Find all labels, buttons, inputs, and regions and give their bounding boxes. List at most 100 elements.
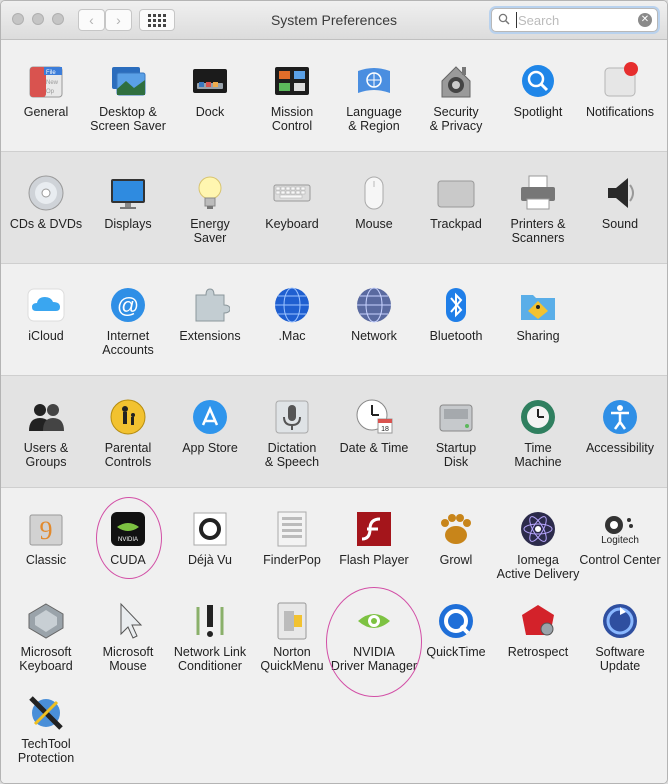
pref-pane-label: Growl <box>439 553 473 567</box>
svg-text:18: 18 <box>381 426 389 433</box>
pref-pane-label: Network <box>351 329 397 343</box>
pref-pane-label: Extensions <box>179 329 241 343</box>
monitor-icon <box>108 173 148 213</box>
pref-pane-notifications[interactable]: Notifications <box>579 55 661 151</box>
svg-text:File: File <box>46 70 56 76</box>
pref-pane-internet-accounts[interactable]: @ Internet Accounts <box>87 279 169 375</box>
pref-pane-label: Sharing <box>516 329 560 343</box>
pref-pane-mouse[interactable]: Mouse <box>333 167 415 263</box>
pref-pane-trackpad[interactable]: Trackpad <box>415 167 497 263</box>
pref-pane-dictation-speech[interactable]: Dictation & Speech <box>251 391 333 487</box>
pref-pane-iomega-active-delivery[interactable]: Iomega Active Delivery <box>497 503 579 599</box>
nvidia-eye-icon <box>354 601 394 641</box>
growl-paw-icon <box>436 509 476 549</box>
search-field[interactable]: ✕ <box>491 8 658 32</box>
house-lock-icon <box>436 61 476 101</box>
pref-pane-label: Classic <box>25 553 67 567</box>
pref-pane-label: Bluetooth <box>429 329 483 343</box>
pref-pane-label: FinderPop <box>263 553 321 567</box>
pref-pane-label: Internet Accounts <box>102 329 154 357</box>
pref-pane-network[interactable]: Network <box>333 279 415 375</box>
pref-pane-mission-control[interactable]: Mission Control <box>251 55 333 151</box>
finderpop-icon <box>272 509 312 549</box>
pref-pane-flash-player[interactable]: Flash Player <box>333 503 415 599</box>
pref-pane-label: Network Link Conditioner <box>173 645 247 673</box>
pref-pane-label: Norton QuickMenu <box>260 645 324 673</box>
pref-pane-label: CDs & DVDs <box>9 217 83 231</box>
pref-pane-mac[interactable]: .Mac <box>251 279 333 375</box>
pref-pane-label: Spotlight <box>513 105 563 119</box>
quicktime-icon <box>436 601 476 641</box>
pref-pane-users-groups[interactable]: Users & Groups <box>5 391 87 487</box>
pref-pane-app-store[interactable]: App Store <box>169 391 251 487</box>
globe-icon <box>272 285 312 325</box>
pref-pane-label: Parental Controls <box>104 441 152 469</box>
pref-pane-deja-vu[interactable]: Déjà Vu <box>169 503 251 599</box>
pref-pane-spotlight[interactable]: Spotlight <box>497 55 579 151</box>
pref-pane-microsoft-mouse[interactable]: Microsoft Mouse <box>87 595 169 691</box>
pref-pane-label: Trackpad <box>430 217 482 231</box>
pref-pane-label: .Mac <box>278 329 306 343</box>
pref-pane-language-region[interactable]: Language & Region <box>333 55 415 151</box>
pref-pane-techtool-protection[interactable]: TechTool Protection <box>5 687 87 783</box>
pref-pane-finderpop[interactable]: FinderPop <box>251 503 333 599</box>
pref-pane-label: Time Machine <box>514 441 562 469</box>
pref-pane-cuda[interactable]: NVIDIA CUDA <box>87 503 169 599</box>
pref-pane-bluetooth[interactable]: Bluetooth <box>415 279 497 375</box>
printer-icon <box>518 173 558 213</box>
clear-search-icon[interactable]: ✕ <box>638 13 652 27</box>
users-icon <box>26 397 66 437</box>
pref-pane-sound[interactable]: Sound <box>579 167 661 263</box>
pref-pane-cds-dvds[interactable]: CDs & DVDs <box>5 167 87 263</box>
pref-pane-classic[interactable]: 9 Classic <box>5 503 87 599</box>
cursor-arrow-icon <box>108 601 148 641</box>
trackpad-icon <box>436 173 476 213</box>
classic-icon: 9 <box>26 509 66 549</box>
pref-pane-parental-controls[interactable]: Parental Controls <box>87 391 169 487</box>
pref-pane-growl[interactable]: Growl <box>415 503 497 599</box>
pref-pane-icloud[interactable]: iCloud <box>5 279 87 375</box>
pref-pane-energy-saver[interactable]: Energy Saver <box>169 167 251 263</box>
pref-pane-label: NVIDIA Driver Manager <box>330 645 418 673</box>
light-bulb-icon <box>190 173 230 213</box>
pref-pane-startup-disk[interactable]: Startup Disk <box>415 391 497 487</box>
pref-pane-label: Microsoft Mouse <box>102 645 154 673</box>
pref-pane-label: Displays <box>104 217 152 231</box>
pref-pane-date-time[interactable]: 18 Date & Time <box>333 391 415 487</box>
pref-pane-control-center[interactable]: Logitech Control Center <box>579 503 661 599</box>
speaker-icon <box>600 173 640 213</box>
svg-text:9: 9 <box>40 516 53 545</box>
pref-pane-software-update[interactable]: Software Update <box>579 595 661 691</box>
cloud-icon <box>26 285 66 325</box>
pref-pane-desktop-screen-saver[interactable]: Desktop & Screen Saver <box>87 55 169 151</box>
pref-pane-time-machine[interactable]: Time Machine <box>497 391 579 487</box>
pref-pane-nvidia-driver-manager[interactable]: NVIDIA Driver Manager <box>331 595 417 691</box>
pref-pane-label: QuickTime <box>426 645 486 659</box>
pref-pane-microsoft-keyboard[interactable]: Microsoft Keyboard <box>5 595 87 691</box>
pref-pane-extensions[interactable]: Extensions <box>169 279 251 375</box>
parental-icon <box>108 397 148 437</box>
pref-pane-label: App Store <box>182 441 238 455</box>
at-sign-icon: @ <box>108 285 148 325</box>
pref-pane-label: Sound <box>601 217 639 231</box>
atom-icon <box>518 509 558 549</box>
pref-pane-keyboard[interactable]: Keyboard <box>251 167 333 263</box>
pref-pane-dock[interactable]: Dock <box>169 55 251 151</box>
search-icon <box>498 13 510 25</box>
pref-pane-network-link-conditioner[interactable]: Network Link Conditioner <box>169 595 251 691</box>
pref-pane-label: Notifications <box>585 105 655 119</box>
pref-pane-accessibility[interactable]: Accessibility <box>579 391 661 487</box>
pref-pane-norton-quickmenu[interactable]: Norton QuickMenu <box>251 595 333 691</box>
pref-pane-label: Iomega Active Delivery <box>496 553 580 581</box>
pref-pane-displays[interactable]: Displays <box>87 167 169 263</box>
search-input[interactable] <box>516 12 630 28</box>
pref-pane-quicktime[interactable]: QuickTime <box>415 595 497 691</box>
pref-pane-sharing[interactable]: Sharing <box>497 279 579 375</box>
pref-pane-security-privacy[interactable]: Security & Privacy <box>415 55 497 151</box>
pref-pane-printers-scanners[interactable]: Printers & Scanners <box>497 167 579 263</box>
pref-pane-retrospect[interactable]: Retrospect <box>497 595 579 691</box>
pref-pane-label: TechTool Protection <box>17 737 75 765</box>
pref-pane-general[interactable]: File New Op General <box>5 55 87 151</box>
svg-text:@: @ <box>117 293 139 318</box>
pref-pane-label: Mouse <box>355 217 393 231</box>
